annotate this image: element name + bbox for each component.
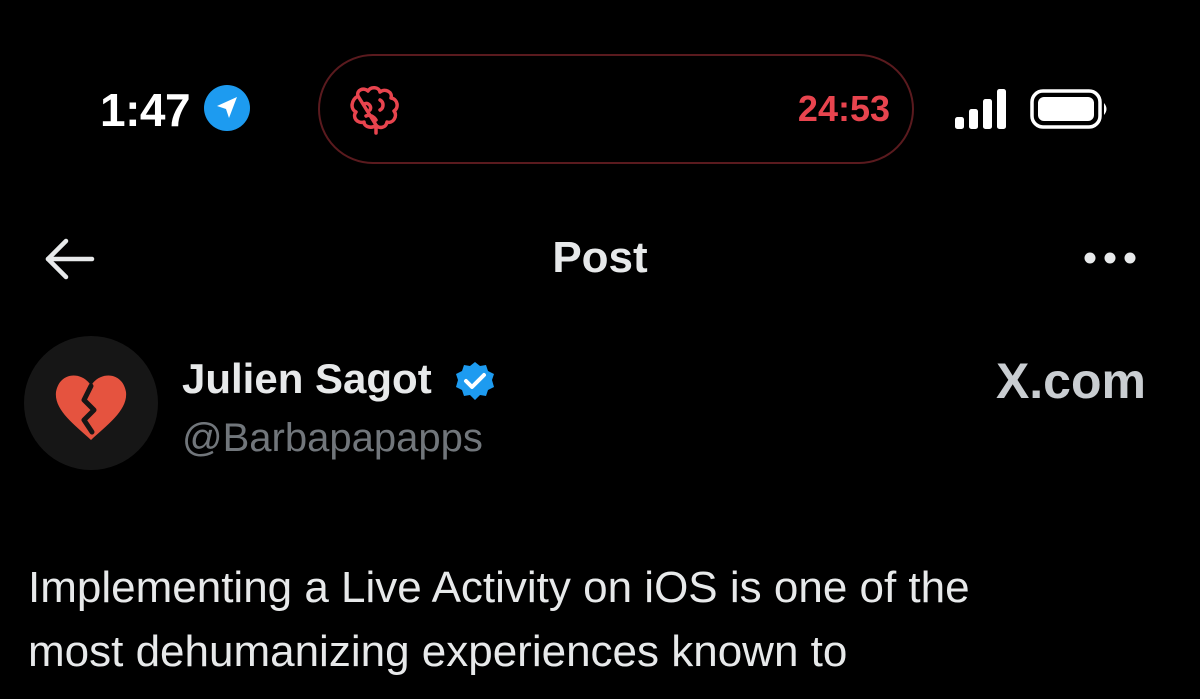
status-time: 1:47 — [100, 84, 191, 136]
back-arrow-icon[interactable] — [42, 236, 96, 282]
cellular-signal-icon — [955, 89, 1006, 129]
page-title: Post — [552, 233, 648, 282]
more-options-icon[interactable] — [1080, 246, 1140, 270]
author-name[interactable]: Julien Sagot — [182, 352, 432, 406]
post-text-line: Implementing a Live Activity on iOS is o… — [28, 563, 970, 612]
verified-badge-icon — [456, 362, 494, 400]
brain-icon — [350, 86, 399, 135]
author-handle[interactable]: @Barbapapapps — [182, 412, 483, 464]
post-text-line: most dehumanizing experiences known to — [28, 627, 848, 676]
live-activity-timer: 24:53 — [797, 88, 890, 129]
post-text: Implementing a Live Activity on iOS is o… — [28, 556, 1178, 684]
battery-icon — [1030, 89, 1107, 129]
x-com-watermark: X.com — [995, 353, 1146, 409]
broken-heart-icon — [55, 375, 127, 440]
location-arrow-icon — [204, 85, 250, 131]
